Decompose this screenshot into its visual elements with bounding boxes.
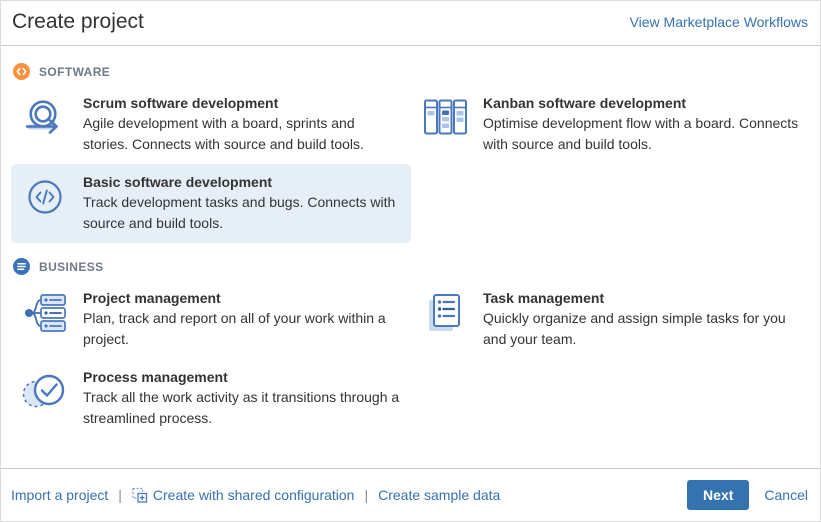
checklist-pages-icon (422, 290, 470, 350)
create-sample-data-link[interactable]: Create sample data (378, 487, 500, 503)
copy-plus-icon (132, 487, 148, 503)
hierarchy-icon (22, 290, 70, 350)
footer-links: Import a project | Create with shared co… (11, 487, 500, 503)
card-title: Kanban software development (483, 95, 804, 111)
card-text: Process management Track all the work ac… (83, 368, 403, 429)
dialog-content: SOFTWARE Scrum software development Agil… (1, 46, 820, 468)
software-cards: Scrum software development Agile develop… (11, 85, 810, 243)
create-shared-configuration-link[interactable]: Create with shared configuration (132, 487, 355, 503)
check-circle-dashed-icon (22, 369, 70, 429)
marketplace-workflows-link[interactable]: View Marketplace Workflows (630, 14, 808, 30)
card-task-management[interactable]: Task management Quickly organize and ass… (411, 280, 812, 359)
card-description: Agile development with a board, sprints … (83, 113, 403, 155)
footer-actions: Next Cancel (687, 480, 808, 510)
business-section-header: BUSINESS (13, 258, 810, 275)
code-circle-icon (13, 63, 30, 80)
card-kanban-software-development[interactable]: Kanban software development Optimise dev… (411, 85, 812, 164)
empty-cell (411, 359, 812, 438)
card-description: Track all the work activity as it transi… (83, 387, 403, 429)
create-project-dialog: Create project View Marketplace Workflow… (0, 0, 821, 522)
cancel-link[interactable]: Cancel (764, 487, 808, 503)
card-text: Task management Quickly organize and ass… (483, 289, 804, 350)
card-title: Project management (83, 290, 403, 306)
empty-cell (411, 164, 812, 243)
card-process-management[interactable]: Process management Track all the work ac… (11, 359, 411, 438)
page-title: Create project (12, 10, 144, 34)
card-title: Process management (83, 369, 403, 385)
card-text: Project management Plan, track and repor… (83, 289, 403, 350)
separator: | (118, 487, 122, 503)
card-text: Scrum software development Agile develop… (83, 94, 403, 155)
code-brackets-circle-icon (22, 174, 70, 234)
card-project-management[interactable]: Project management Plan, track and repor… (11, 280, 411, 359)
card-scrum-software-development[interactable]: Scrum software development Agile develop… (11, 85, 411, 164)
dialog-header: Create project View Marketplace Workflow… (1, 1, 820, 46)
card-description: Quickly organize and assign simple tasks… (483, 308, 804, 350)
list-circle-icon (13, 258, 30, 275)
link-label: Create with shared configuration (153, 487, 355, 503)
software-section-header: SOFTWARE (13, 63, 810, 80)
card-description: Optimise development flow with a board. … (483, 113, 804, 155)
card-title: Basic software development (83, 174, 403, 190)
software-section-label: SOFTWARE (39, 65, 110, 79)
next-button[interactable]: Next (687, 480, 749, 510)
dialog-footer: Import a project | Create with shared co… (1, 468, 820, 521)
card-title: Scrum software development (83, 95, 403, 111)
card-description: Plan, track and report on all of your wo… (83, 308, 403, 350)
card-basic-software-development[interactable]: Basic software development Track develop… (11, 164, 411, 243)
import-project-link[interactable]: Import a project (11, 487, 108, 503)
business-cards: Project management Plan, track and repor… (11, 280, 810, 438)
kanban-board-icon (422, 95, 470, 155)
scrum-loop-icon (22, 95, 70, 155)
business-section-label: BUSINESS (39, 260, 104, 274)
separator: | (364, 487, 368, 503)
card-title: Task management (483, 290, 804, 306)
card-description: Track development tasks and bugs. Connec… (83, 192, 403, 234)
card-text: Kanban software development Optimise dev… (483, 94, 804, 155)
card-text: Basic software development Track develop… (83, 173, 403, 234)
